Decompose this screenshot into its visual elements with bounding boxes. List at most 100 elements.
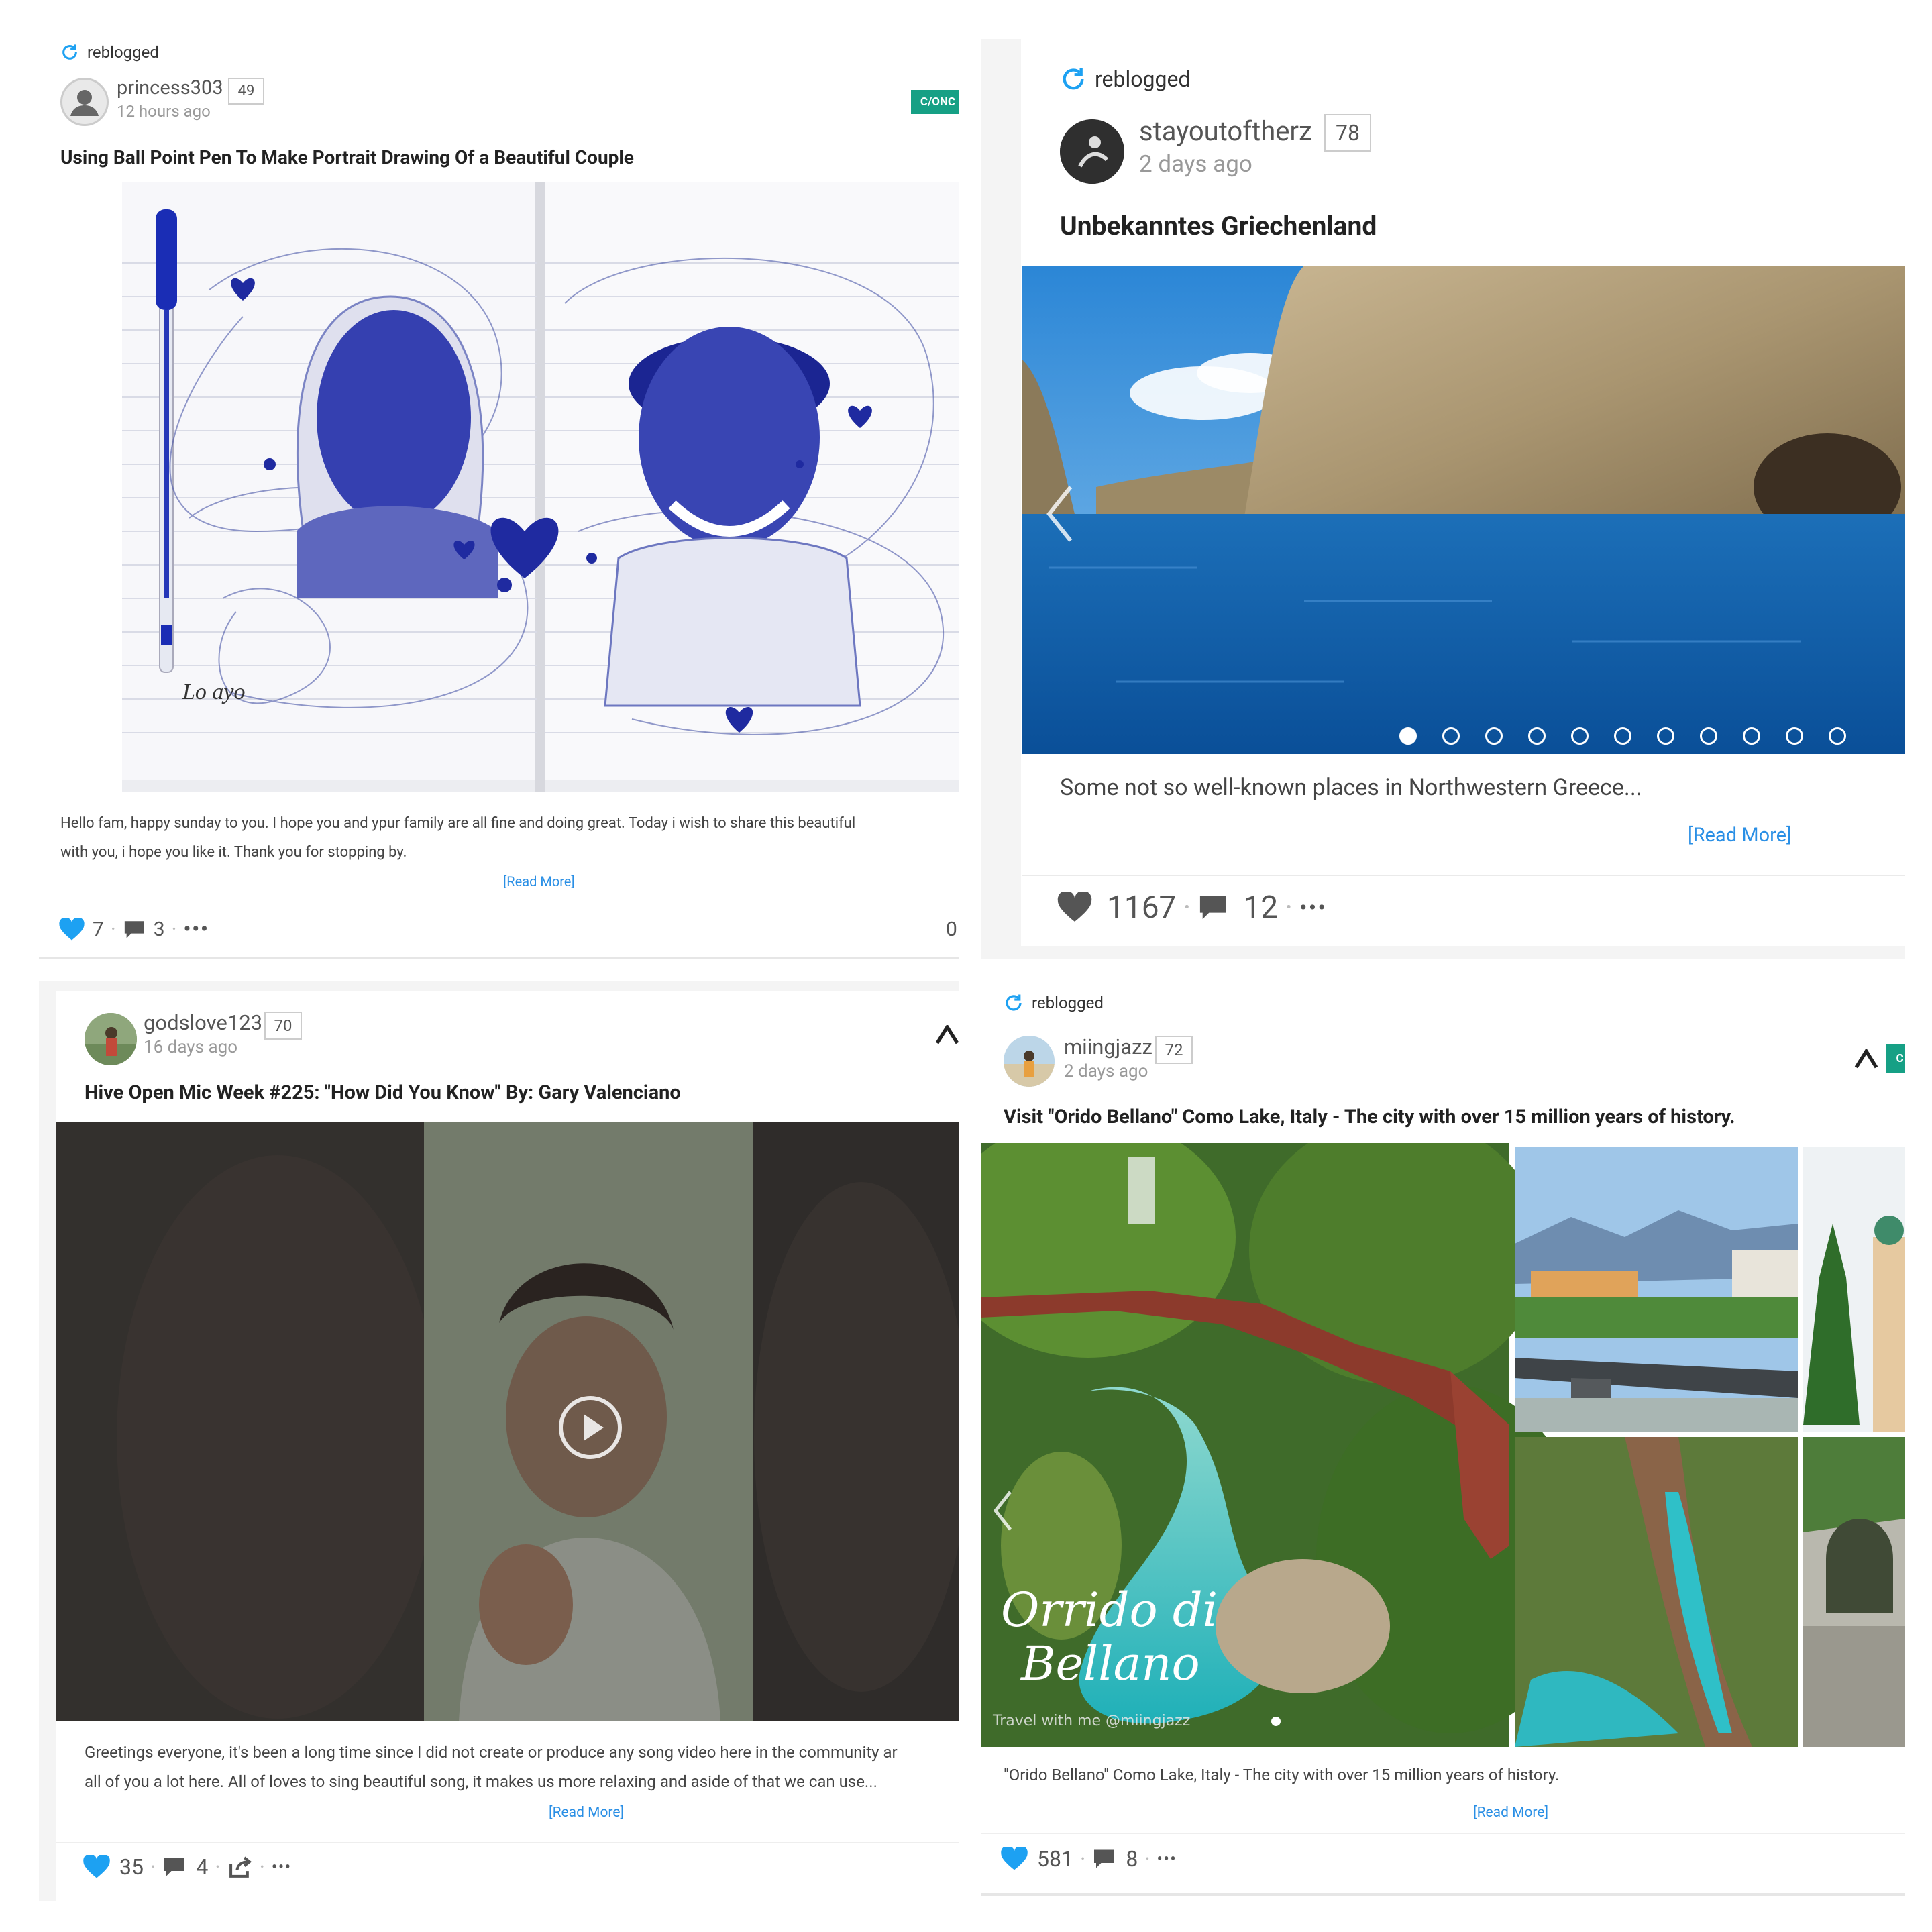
read-more-link[interactable]: [Read More]	[1473, 1805, 1548, 1821]
reblogged-label: reblogged	[1032, 994, 1104, 1012]
comment-icon[interactable]	[162, 1856, 186, 1878]
comment-icon[interactable]	[1092, 1847, 1116, 1870]
excerpt-line: Greetings everyone, it's been a long tim…	[85, 1743, 898, 1762]
post-actions: 35 · 4 · · •••	[83, 1854, 292, 1880]
drawing-illustration: Lo ayo	[122, 182, 959, 792]
carousel-dot[interactable]	[1700, 727, 1717, 745]
post-card-princess303: reblogged princess303 49 12 hours ago C/…	[39, 34, 959, 959]
post-card-stayoutoftherz: reblogged stayoutoftherz 78 2 days ago U…	[981, 39, 1905, 959]
reputation-badge: 78	[1324, 114, 1371, 152]
post-excerpt: "Orido Bellano" Como Lake, Italy - The c…	[1004, 1766, 1560, 1784]
carousel-dot[interactable]	[1528, 727, 1546, 745]
post-actions: 1167 · 12 · •••	[1057, 890, 1328, 926]
author-username[interactable]: princess303	[117, 76, 223, 99]
post-image-carousel[interactable]	[1022, 266, 1905, 754]
comment-icon[interactable]	[123, 919, 146, 941]
community-logo-icon[interactable]	[935, 1025, 959, 1045]
more-options-icon[interactable]: •••	[272, 1859, 292, 1876]
comment-icon[interactable]	[1197, 894, 1228, 922]
community-logo-icon[interactable]	[1854, 1049, 1878, 1069]
more-options-icon[interactable]: •••	[1157, 1851, 1177, 1868]
post-actions: 581 · 8 · •••	[1001, 1846, 1177, 1872]
post-title[interactable]: Unbekanntes Griechenland	[1060, 211, 1377, 241]
separator-dot: ·	[1144, 1846, 1150, 1872]
card-divider	[39, 957, 959, 959]
play-button-icon[interactable]	[557, 1394, 624, 1461]
reputation-badge: 70	[264, 1012, 302, 1040]
like-count[interactable]: 35	[119, 1854, 144, 1880]
avatar[interactable]	[85, 1013, 137, 1065]
reblogged-label: reblogged	[1095, 66, 1191, 92]
heart-icon[interactable]	[1057, 892, 1092, 923]
image-caption: Orrido di	[1001, 1582, 1218, 1638]
carousel-dot[interactable]	[1829, 727, 1846, 745]
post-title[interactable]: Using Ball Point Pen To Make Portrait Dr…	[60, 146, 634, 168]
excerpt-line: Hello fam, happy sunday to you. I hope y…	[60, 815, 856, 832]
read-more-link[interactable]: [Read More]	[549, 1805, 624, 1821]
separator-dot: ·	[1079, 1846, 1086, 1872]
separator-dot: ·	[215, 1854, 221, 1880]
carousel-dot[interactable]	[1657, 727, 1674, 745]
comment-count[interactable]: 8	[1126, 1846, 1138, 1872]
post-title[interactable]: Visit "Orido Bellano" Como Lake, Italy -…	[1004, 1106, 1735, 1128]
separator-dot: ·	[171, 918, 177, 941]
post-image-portrait-drawing[interactable]: Lo ayo	[122, 182, 959, 792]
card-divider	[981, 1833, 1905, 1834]
default-user-icon	[70, 90, 99, 116]
reblog-icon	[62, 44, 77, 60]
separator-dot: ·	[110, 918, 116, 941]
post-excerpt: Some not so well-known places in Northwe…	[1060, 774, 1642, 801]
reblog-icon	[1063, 68, 1084, 90]
post-image-gallery[interactable]: Orrido di Bellano Travel with me @miingj…	[981, 1143, 1905, 1747]
avatar-photo	[1004, 1036, 1055, 1087]
carousel-pagination	[1399, 727, 1846, 745]
community-tag[interactable]: C	[1886, 1044, 1905, 1073]
comment-count[interactable]: 3	[154, 918, 165, 941]
post-time[interactable]: 2 days ago	[1064, 1061, 1148, 1081]
video-frame	[56, 1122, 959, 1721]
heart-icon[interactable]	[59, 918, 85, 941]
payout-value[interactable]: 0.	[946, 918, 959, 941]
avatar[interactable]	[1060, 119, 1124, 184]
reputation-badge: 72	[1155, 1036, 1193, 1064]
more-options-icon[interactable]: •••	[183, 918, 209, 941]
carousel-dot[interactable]	[1485, 727, 1503, 745]
post-time[interactable]: 16 days ago	[144, 1037, 237, 1057]
avatar-figure-icon	[1060, 119, 1124, 184]
post-excerpt: Greetings everyone, it's been a long tim…	[85, 1737, 959, 1796]
share-icon[interactable]	[227, 1856, 253, 1878]
reblogged-indicator: reblogged	[60, 43, 159, 62]
author-username[interactable]: godslove123	[144, 1010, 262, 1035]
carousel-dot[interactable]	[1786, 727, 1803, 745]
comment-count[interactable]: 4	[196, 1854, 208, 1880]
post-title[interactable]: Hive Open Mic Week #225: "How Did You Kn…	[85, 1081, 681, 1104]
separator-dot: ·	[1285, 890, 1293, 926]
heart-icon[interactable]	[83, 1855, 110, 1879]
author-username[interactable]: stayoutoftherz	[1139, 115, 1312, 147]
coastline-photo	[1022, 266, 1905, 754]
carousel-dot[interactable]	[1614, 727, 1631, 745]
post-time[interactable]: 2 days ago	[1139, 150, 1252, 178]
author-username[interactable]: miingjazz	[1064, 1034, 1152, 1059]
comment-count[interactable]: 12	[1243, 890, 1278, 926]
community-tag[interactable]: C/ONC	[911, 90, 959, 114]
avatar[interactable]	[60, 78, 109, 126]
like-count[interactable]: 7	[93, 918, 104, 941]
heart-icon[interactable]	[1001, 1847, 1028, 1871]
avatar[interactable]	[1004, 1036, 1055, 1087]
post-card-godslove123: godslove123 70 16 days ago Hive Open Mic…	[39, 981, 959, 1901]
like-count[interactable]: 1167	[1107, 890, 1176, 926]
post-video-thumbnail[interactable]	[56, 1122, 959, 1721]
excerpt-line: with you, i hope you like it. Thank you …	[60, 844, 407, 861]
carousel-dot[interactable]	[1743, 727, 1760, 745]
carousel-dot[interactable]	[1442, 727, 1460, 745]
carousel-dot[interactable]	[1399, 727, 1417, 745]
card-divider	[56, 1842, 959, 1843]
post-card-miingjazz: reblogged miingjazz 72 2 days ago C Visi…	[981, 981, 1905, 1901]
read-more-link[interactable]: [Read More]	[1688, 824, 1792, 847]
read-more-link[interactable]: [Read More]	[503, 873, 575, 890]
more-options-icon[interactable]: •••	[1299, 896, 1327, 920]
carousel-dot[interactable]	[1571, 727, 1589, 745]
post-time[interactable]: 12 hours ago	[117, 102, 211, 121]
like-count[interactable]: 581	[1037, 1846, 1073, 1872]
